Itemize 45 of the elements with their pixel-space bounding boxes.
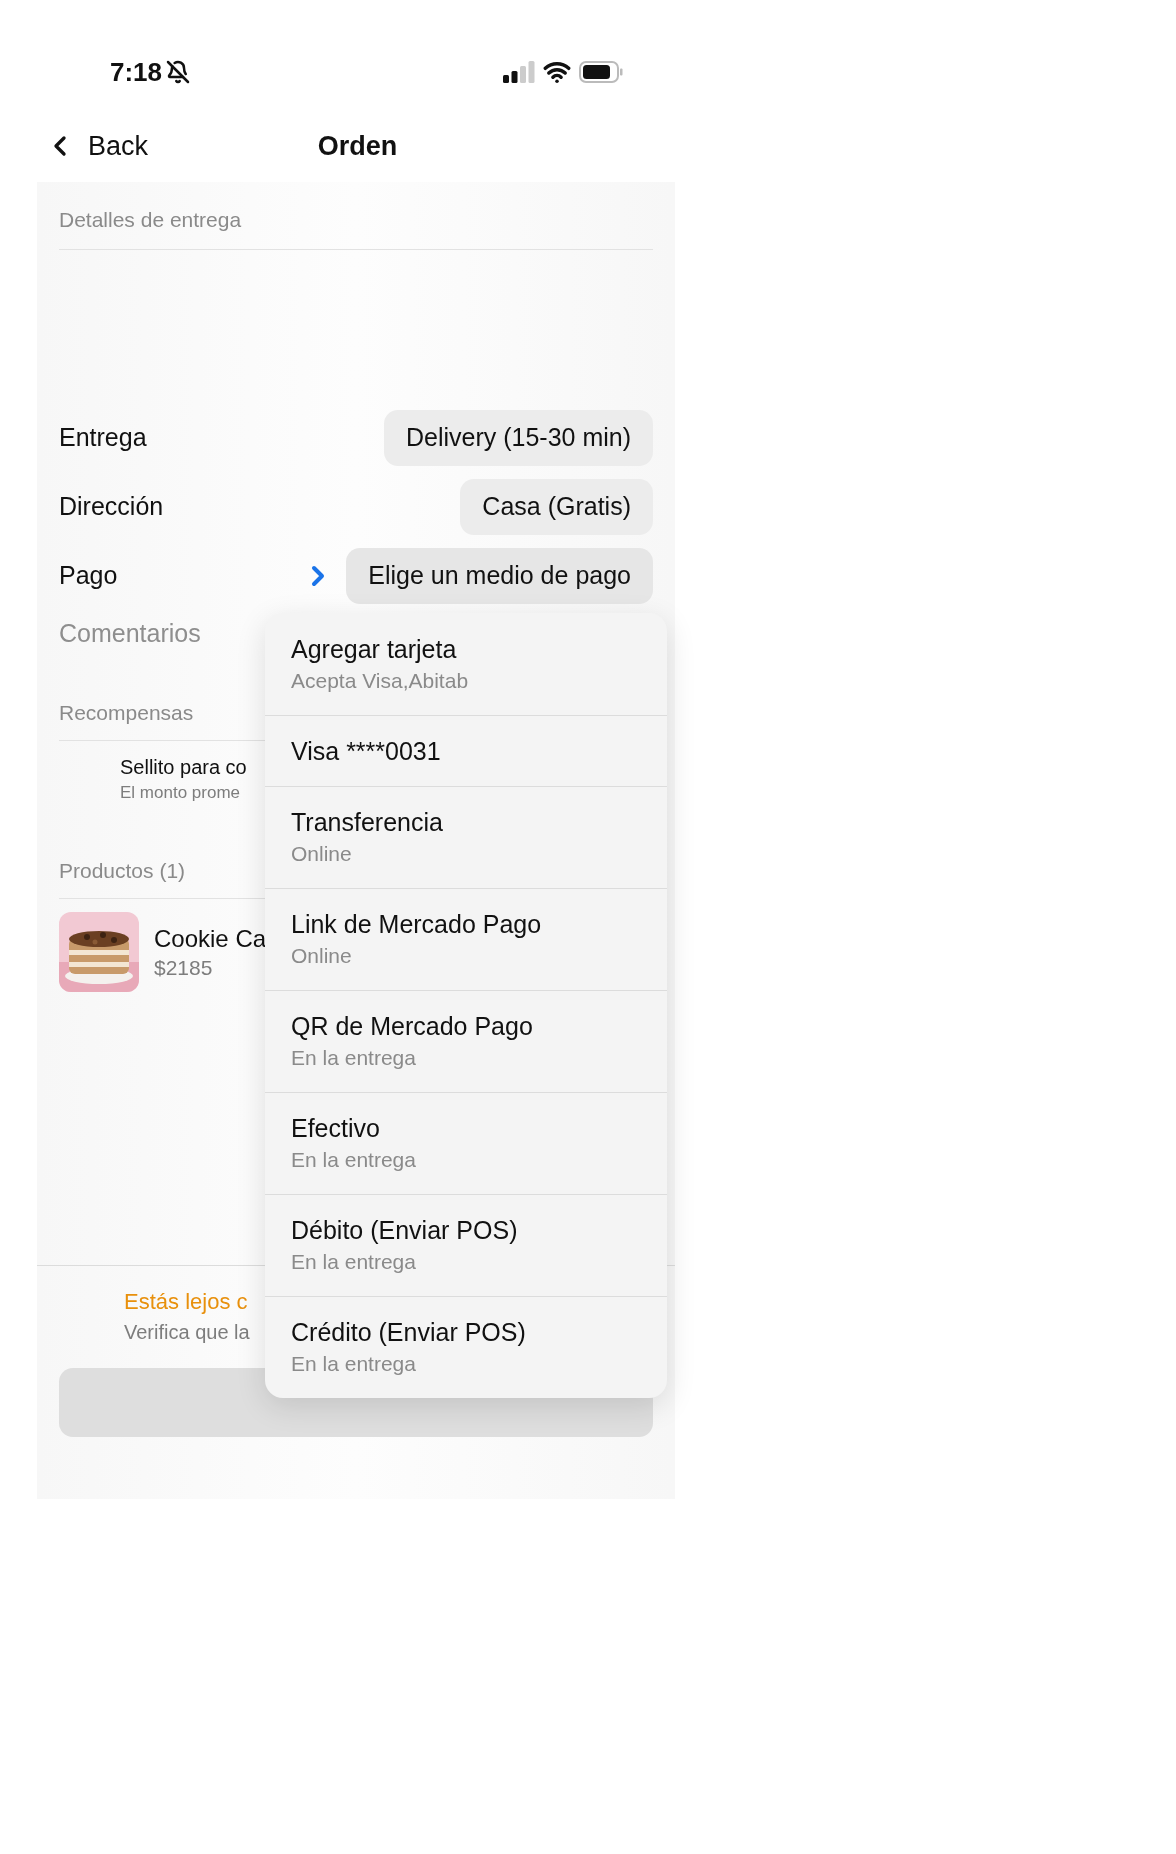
menu-item-title: Transferencia — [291, 807, 443, 838]
menu-item-subtitle: En la entrega — [291, 1249, 416, 1275]
menu-item-title: Débito (Enviar POS) — [291, 1215, 518, 1246]
field-label: Entrega — [59, 422, 147, 454]
option-button[interactable]: Casa (Gratis) — [460, 479, 653, 535]
menu-item-subtitle: Acepta Visa,Abitab — [291, 667, 469, 694]
menu-item[interactable]: Débito (Enviar POS) En la entrega — [265, 1194, 667, 1296]
battery-icon — [579, 61, 623, 83]
reward-description: El monto prome — [120, 782, 240, 804]
warning-title: Estás lejos c — [124, 1288, 248, 1316]
option-button[interactable]: Elige un medio de pago — [346, 548, 653, 604]
warning-message: Verifica que la — [124, 1320, 250, 1345]
back-button[interactable]: Back — [44, 125, 149, 167]
menu-item-title: Crédito (Enviar POS) — [291, 1317, 526, 1348]
menu-item-title: Visa ****0031 — [291, 735, 441, 767]
section-header: Productos (1) — [59, 857, 186, 884]
menu-item[interactable]: Transferencia Online — [265, 786, 667, 888]
menu-item-subtitle: Online — [291, 841, 352, 867]
menu-item[interactable]: Link de Mercado Pago Online — [265, 888, 667, 990]
reward-title: Sellito para co — [120, 755, 247, 780]
menu-item[interactable]: Efectivo En la entrega — [265, 1092, 667, 1194]
menu-item-title: Agregar tarjeta — [291, 633, 457, 665]
menu-item[interactable]: QR de Mercado Pago En la entrega — [265, 990, 667, 1092]
menu-item-title: QR de Mercado Pago — [291, 1011, 533, 1042]
menu-item-title: Efectivo — [291, 1113, 380, 1144]
field-label: Pago — [59, 560, 118, 592]
menu-item-subtitle: En la entrega — [291, 1147, 416, 1173]
option-button[interactable]: Delivery (15-30 min) — [383, 410, 653, 466]
clock-time: 7:18 — [110, 55, 163, 89]
product-price: $2185 — [154, 955, 213, 981]
comments-field[interactable]: Comentarios — [59, 615, 259, 653]
menu-item[interactable]: Crédito (Enviar POS) En la entrega — [265, 1296, 667, 1398]
field-label: Dirección — [59, 491, 164, 523]
menu-item-subtitle: En la entrega — [291, 1045, 416, 1071]
section-header: Detalles de entrega — [59, 206, 242, 233]
menu-item[interactable]: Agregar tarjeta Acepta Visa,Abitab — [265, 613, 667, 715]
screen-title: Orden — [317, 129, 398, 163]
section-header: Recompensas — [59, 699, 194, 726]
muted-bell-icon — [166, 60, 191, 84]
menu-item-title: Link de Mercado Pago — [291, 909, 542, 940]
signal-icon — [503, 61, 535, 83]
product-name: Cookie Ca — [154, 924, 267, 954]
menu-item-subtitle: En la entrega — [291, 1351, 416, 1377]
menu-item[interactable]: Visa ****0031 — [265, 715, 667, 786]
menu-item-subtitle: Online — [291, 943, 352, 969]
